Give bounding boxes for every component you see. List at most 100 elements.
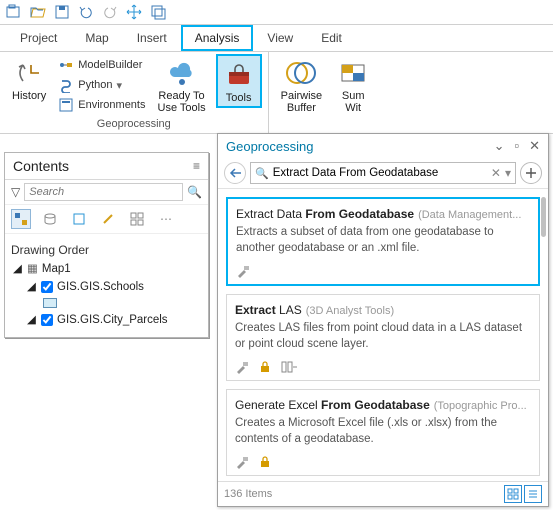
pan-icon[interactable] — [126, 4, 142, 20]
expand-icon[interactable]: ◢ — [27, 311, 37, 329]
layer-label: GIS.GIS.City_Parcels — [57, 311, 168, 329]
python-label: Python — [78, 79, 112, 91]
tool-card[interactable]: Extract Data From Geodatabase (Data Mana… — [226, 197, 540, 286]
legend-swatch — [43, 298, 57, 308]
modelbuilder-button[interactable]: ModelBuilder — [56, 56, 147, 74]
geo-search-input[interactable] — [273, 167, 487, 179]
tool-category: (Data Management... — [418, 209, 521, 221]
ready-label: Ready To Use Tools — [158, 90, 206, 114]
lock-icon — [259, 361, 271, 373]
chevron-down-icon[interactable]: ▾ — [505, 166, 511, 180]
popup-icon[interactable]: ▫ — [514, 138, 519, 154]
map-label: Map1 — [42, 260, 71, 278]
tool-category: (Topographic Pro... — [434, 400, 527, 412]
layer-schools[interactable]: ◢ GIS.GIS.Schools — [11, 278, 202, 296]
tool-name: Extract Data From Geodatabase — [236, 207, 414, 221]
expand-icon[interactable]: ◢ — [27, 278, 37, 296]
ribbon-body: History ModelBuilder Python ▾ Environmen… — [0, 52, 553, 134]
tool-desc: Creates LAS files from point cloud data … — [235, 317, 531, 358]
close-icon[interactable]: ✕ — [529, 138, 540, 154]
tool-desc: Creates a Microsoft Excel file (.xls or … — [235, 412, 531, 453]
modelbuilder-icon — [58, 57, 74, 73]
ribbon-group-geoprocessing: History ModelBuilder Python ▾ Environmen… — [0, 52, 269, 133]
tool-name: Generate Excel From Geodatabase — [235, 398, 430, 412]
environments-button[interactable]: Environments — [56, 96, 147, 114]
summarize-label: Sum Wit — [342, 90, 365, 114]
contents-search-input[interactable] — [24, 183, 183, 201]
filter-icon[interactable]: ▽ — [11, 185, 20, 199]
layer-parcels[interactable]: ◢ GIS.GIS.City_Parcels — [11, 311, 202, 329]
card-view-button[interactable] — [504, 485, 522, 503]
summarize-within-button[interactable]: Sum Wit — [332, 54, 374, 116]
drawing-order-heading: Drawing Order — [11, 240, 202, 260]
tab-analysis[interactable]: Analysis — [181, 25, 254, 51]
pairwise-buffer-button[interactable]: Pairwise Buffer — [275, 54, 329, 116]
map-node[interactable]: ◢ ▦ Map1 — [11, 260, 202, 278]
tool-card[interactable]: Extract LAS (3D Analyst Tools)Creates LA… — [226, 294, 540, 381]
tool-card[interactable]: Generate Excel From Geodatabase (Topogra… — [226, 389, 540, 476]
more-views-icon[interactable]: ⋯ — [156, 209, 176, 229]
tab-view[interactable]: View — [253, 25, 307, 51]
item-count: 136 Items — [224, 488, 272, 500]
hammer-icon — [235, 455, 249, 469]
history-button[interactable]: History — [6, 54, 52, 104]
redo-icon[interactable] — [102, 4, 118, 20]
list-by-source-icon[interactable] — [40, 209, 60, 229]
layer-checkbox[interactable] — [41, 281, 53, 293]
expand-icon[interactable]: ◢ — [13, 260, 23, 278]
clear-search-icon[interactable]: ✕ — [491, 166, 501, 180]
geoprocessing-pane: Geoprocessing ⌄ ▫ ✕ 🔍 ✕ ▾ Extract Data F… — [217, 133, 549, 507]
list-by-editing-icon[interactable] — [98, 209, 118, 229]
layer-tree: ◢ ▦ Map1 ◢ GIS.GIS.Schools ◢ GIS.GIS.Cit… — [11, 260, 202, 329]
tab-edit[interactable]: Edit — [307, 25, 356, 51]
summarize-icon — [338, 58, 368, 88]
environments-label: Environments — [78, 99, 145, 111]
layer-checkbox[interactable] — [41, 314, 53, 326]
search-box: 🔍 ✕ ▾ — [250, 162, 516, 184]
contents-pane: Contents ≡ ▽ 🔍 ⋯ Drawing Order ◢ ▦ Map1 … — [4, 152, 209, 338]
extra-icon — [281, 361, 297, 373]
python-icon — [58, 77, 74, 93]
contents-title: Contents — [13, 158, 69, 174]
lock-icon — [259, 456, 271, 468]
chevron-down-icon[interactable]: ⌄ — [494, 138, 505, 154]
list-by-selection-icon[interactable] — [69, 209, 89, 229]
list-view-button[interactable] — [524, 485, 542, 503]
list-by-snapping-icon[interactable] — [127, 209, 147, 229]
tools-label: Tools — [226, 92, 252, 104]
cloud-icon — [167, 58, 197, 88]
tool-category: (3D Analyst Tools) — [306, 305, 394, 317]
list-by-drawing-icon[interactable] — [11, 209, 31, 229]
chevron-down-icon: ▾ — [116, 79, 122, 92]
back-button[interactable] — [224, 162, 246, 184]
map-icon: ▦ — [27, 260, 38, 278]
history-label: History — [12, 90, 46, 102]
ribbon-tabs: Project Map Insert Analysis View Edit — [0, 25, 553, 52]
hammer-icon — [235, 360, 249, 374]
pairwise-label: Pairwise Buffer — [281, 90, 323, 114]
project-icon[interactable] — [6, 4, 22, 20]
toolbox-icon — [224, 60, 254, 90]
scrollbar[interactable] — [541, 197, 546, 237]
open-icon[interactable] — [30, 4, 46, 20]
geo-results: Extract Data From Geodatabase (Data Mana… — [218, 189, 548, 481]
save-icon[interactable] — [54, 4, 70, 20]
tab-project[interactable]: Project — [6, 25, 71, 51]
add-tool-button[interactable] — [520, 162, 542, 184]
undo-icon[interactable] — [78, 4, 94, 20]
python-button[interactable]: Python ▾ — [56, 76, 147, 94]
ribbon-group-label: Geoprocessing — [6, 117, 262, 131]
hammer-icon — [236, 264, 250, 278]
modelbuilder-label: ModelBuilder — [78, 59, 142, 71]
ready-to-use-tools-button[interactable]: Ready To Use Tools — [152, 54, 212, 116]
tab-map[interactable]: Map — [71, 25, 122, 51]
search-icon: 🔍 — [255, 167, 269, 180]
select-icon[interactable] — [150, 4, 166, 20]
history-icon — [14, 58, 44, 88]
contents-menu-icon[interactable]: ≡ — [193, 159, 200, 173]
tab-insert[interactable]: Insert — [123, 25, 181, 51]
ribbon-group-tools: Pairwise Buffer Sum Wit — [269, 52, 381, 133]
tools-button[interactable]: Tools — [216, 54, 262, 108]
search-icon[interactable]: 🔍 — [187, 185, 202, 199]
buffer-icon — [286, 58, 316, 88]
